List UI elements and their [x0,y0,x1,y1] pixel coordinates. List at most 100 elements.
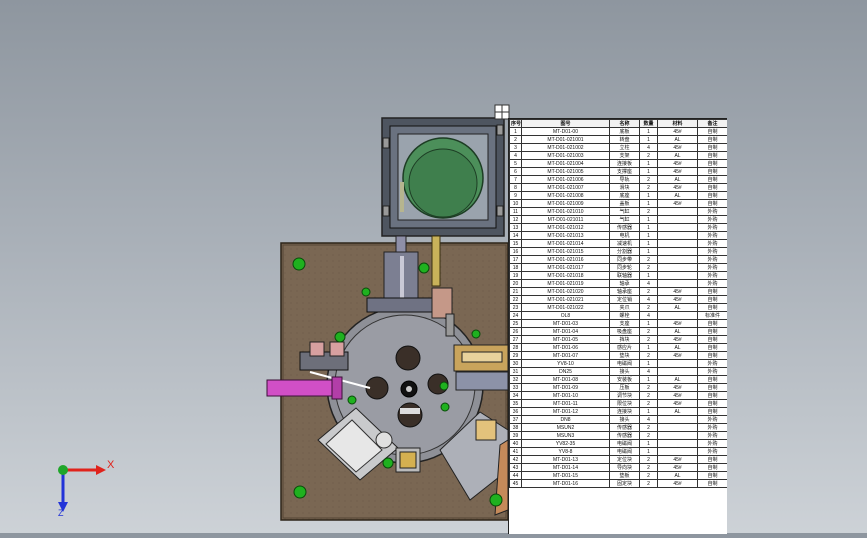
bom-cell: 标准件 [697,311,727,320]
bom-row[interactable]: 13 MT-D01-021012 传感器 1 外购 [509,223,727,232]
station-bottom[interactable] [395,447,421,473]
bom-cell: MT-D01-021017 [521,263,610,272]
bom-cell: 自制 [697,327,727,336]
bom-cell: 2 [639,351,658,360]
bom-row[interactable]: 6 MT-D01-021005 支撑座 1 45# 自制 [509,167,727,176]
bom-row[interactable]: 32 MT-D01-08 安装板 1 AL 自制 [509,375,727,384]
bom-row[interactable]: 45 MT-D01-16 固定块 2 45# 自制 [509,479,727,488]
bom-cell: MT-D01-021011 [521,215,610,224]
bom-cell: 2 [639,455,658,464]
bom-row[interactable]: 39 MSUN3 传感器 2 外购 [509,431,727,440]
view-cube-icon[interactable] [494,104,510,120]
bom-cell: 轴承 [609,279,640,288]
bom-row[interactable]: 16 MT-D01-021015 分割器 1 外购 [509,247,727,256]
bom-cell [657,279,698,288]
bom-cell: 45# [657,295,698,304]
bom-row[interactable]: 33 MT-D01-09 压板 2 45# 自制 [509,383,727,392]
bom-table-panel[interactable]: 序号 图号 名称 数量 材料 备注 1 MT-D01-00 底板 1 45# 自制 2 MT-… [508,118,727,534]
bom-cell: 连接块 [609,407,640,416]
bom-row[interactable]: 10 MT-D01-021009 盖板 1 45# 自制 [509,199,727,208]
bom-cell: 固定块 [609,479,640,488]
bom-row[interactable]: 11 MT-D01-021010 气缸 2 外购 [509,207,727,216]
bom-cell: 45# [657,383,698,392]
pink-cylinder[interactable] [266,376,343,400]
bom-row[interactable]: 40 YV82-35 电磁阀 1 外购 [509,439,727,448]
bom-cell: 38 [509,423,522,432]
bom-cell: 40 [509,439,522,448]
bom-cell: 1 [639,199,658,208]
bom-row[interactable]: 29 MT-D01-07 垫块 2 45# 自制 [509,351,727,360]
bom-row[interactable]: 22 MT-D01-021021 定位销 4 45# 自制 [509,295,727,304]
cad-graphics-area[interactable] [0,0,867,533]
bom-cell: 12 [509,215,522,224]
bom-cell: 夹爪 [609,303,640,312]
bom-row[interactable]: 42 MT-D01-13 定位块 2 45# 自制 [509,455,727,464]
bom-row[interactable]: 43 MT-D01-14 导向块 2 45# 自制 [509,463,727,472]
bom-row[interactable]: 25 MT-D01-03 支座 1 45# 自制 [509,319,727,328]
bom-cell: MSUN2 [521,423,610,432]
bom-cell: 45# [657,183,698,192]
bom-row[interactable]: 30 YV8-10 电磁阀 1 外购 [509,359,727,368]
bom-row[interactable]: 38 MSUN2 传感器 2 外购 [509,423,727,432]
bom-cell: 自制 [697,287,727,296]
bom-row[interactable]: 14 MT-D01-021013 电机 1 外购 [509,231,727,240]
bom-cell: 17 [509,255,522,264]
bom-cell: 气缸 [609,207,640,216]
bom-row[interactable]: 9 MT-D01-021008 底座 1 AL 自制 [509,191,727,200]
bom-row[interactable]: 19 MT-D01-021018 联轴器 1 外购 [509,271,727,280]
bom-row[interactable]: 37 DN8 接头 4 外购 [509,415,727,424]
bom-row[interactable]: 20 MT-D01-021019 轴承 4 外购 [509,279,727,288]
bom-cell: 36 [509,407,522,416]
bom-cell: 压板 [609,383,640,392]
bom-cell: 45# [657,159,698,168]
bom-row[interactable]: 5 MT-D01-021004 连接板 1 45# 自制 [509,159,727,168]
bom-cell: 26 [509,327,522,336]
feeder-box[interactable] [381,117,505,237]
bom-cell: 气缸 [609,215,640,224]
bom-row[interactable]: 26 MT-D01-04 吸盘座 2 AL 自制 [509,327,727,336]
bom-cell: MT-D01-021021 [521,295,610,304]
bom-cell: MT-D01-021006 [521,175,610,184]
bom-cell: 16 [509,247,522,256]
bom-cell: 盖板 [609,199,640,208]
assembly-drawing[interactable] [0,0,867,533]
bom-row[interactable]: 21 MT-D01-021020 轴承座 2 45# 自制 [509,287,727,296]
bom-cell: 自制 [697,143,727,152]
bom-row[interactable]: 23 MT-D01-021022 夹爪 2 AL 自制 [509,303,727,312]
bom-cell: 自制 [697,319,727,328]
bom-cell: 螺栓 [609,311,640,320]
bom-row[interactable]: 35 MT-D01-11 限位块 2 45# 自制 [509,399,727,408]
bom-row[interactable]: 2 MT-D01-021001 转盘 1 AL 自制 [509,135,727,144]
bom-cell: 2 [639,431,658,440]
bom-cell: 自制 [697,399,727,408]
bom-row[interactable]: 24 OL8 螺栓 4 标准件 [509,311,727,320]
bom-row[interactable]: 7 MT-D01-021006 导轨 2 AL 自制 [509,175,727,184]
bom-row[interactable]: 44 MT-D01-15 垫板 2 AL 自制 [509,471,727,480]
bom-row[interactable]: 27 MT-D01-05 挡块 2 45# 自制 [509,335,727,344]
bom-row[interactable]: 34 MT-D01-10 调节块 2 45# 自制 [509,391,727,400]
bom-cell [657,439,698,448]
bom-cell: 感应片 [609,343,640,352]
bom-row[interactable]: 17 MT-D01-021016 同步带 2 外购 [509,255,727,264]
bom-header-cell: 材料 [657,119,698,128]
bom-row[interactable]: 41 YV8-8 电磁阀 1 外购 [509,447,727,456]
bom-row[interactable]: 12 MT-D01-021011 气缸 1 外购 [509,215,727,224]
bom-cell [657,263,698,272]
bom-cell: 1 [639,167,658,176]
bom-cell: MT-D01-021002 [521,143,610,152]
bom-row[interactable]: 3 MT-D01-021002 立柱 4 45# 自制 [509,143,727,152]
bom-cell: 外购 [697,279,727,288]
bom-row[interactable]: 31 DN25 接头 4 外购 [509,367,727,376]
bom-row[interactable]: 18 MT-D01-021017 同步轮 2 外购 [509,263,727,272]
bom-row[interactable]: 15 MT-D01-021014 减速机 1 外购 [509,239,727,248]
bom-cell [657,415,698,424]
bom-cell: 外购 [697,215,727,224]
bom-row[interactable]: 1 MT-D01-00 底板 1 45# 自制 [509,127,727,136]
bom-row[interactable]: 36 MT-D01-12 连接块 1 AL 自制 [509,407,727,416]
bom-cell: 24 [509,311,522,320]
bom-row[interactable]: 8 MT-D01-021007 滑块 2 45# 自制 [509,183,727,192]
bom-cell: 45 [509,479,522,488]
bom-row[interactable]: 4 MT-D01-021003 支架 2 AL 自制 [509,151,727,160]
bom-row[interactable]: 28 MT-D01-06 感应片 1 AL 自制 [509,343,727,352]
bom-cell: 2 [639,255,658,264]
